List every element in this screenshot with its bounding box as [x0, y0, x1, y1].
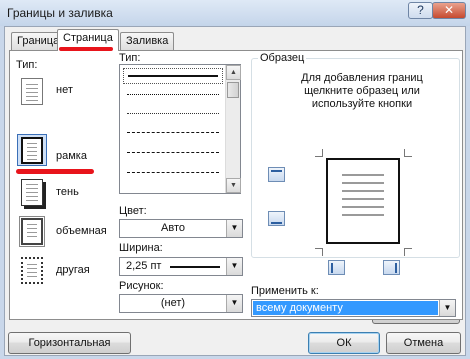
- left-border-button[interactable]: [328, 260, 345, 275]
- setting-3d-label: объемная: [56, 225, 107, 237]
- width-line-sample: [170, 266, 220, 268]
- chevron-down-icon[interactable]: ▼: [439, 300, 455, 316]
- cancel-button[interactable]: Отмена: [386, 332, 461, 354]
- tab-shading[interactable]: Заливка: [120, 32, 175, 50]
- page-custom-icon: [21, 256, 43, 284]
- scroll-up-icon[interactable]: ▲: [226, 65, 241, 80]
- setting-shadow-label: тень: [56, 186, 79, 198]
- setting-shadow[interactable]: [17, 176, 47, 208]
- chevron-down-icon[interactable]: ▼: [226, 220, 242, 237]
- window-title: Границы и заливка: [7, 6, 113, 20]
- setting-custom[interactable]: [17, 254, 47, 286]
- page-3d-icon: [19, 215, 45, 247]
- border-right-icon: [395, 262, 397, 273]
- preview-hint-line: используйте кнопки: [311, 98, 413, 110]
- border-left-icon: [331, 262, 333, 273]
- page-none-icon: [21, 77, 43, 105]
- apply-to-value: всему документу: [253, 301, 438, 315]
- preview-label: Образец: [258, 52, 307, 64]
- width-value: 2,25 пт: [126, 260, 162, 272]
- color-value: Авто: [161, 222, 185, 234]
- border-top-icon: [271, 169, 282, 172]
- setting-3d[interactable]: [17, 215, 47, 247]
- color-label: Цвет:: [119, 205, 147, 217]
- horizontal-line-button[interactable]: Горизонтальная линия...: [8, 332, 131, 359]
- page-shadow-icon: [21, 178, 43, 206]
- top-border-button[interactable]: [268, 167, 285, 182]
- setting-box-label: рамка: [56, 150, 87, 162]
- scroll-down-icon[interactable]: ▼: [226, 178, 241, 193]
- setting-label: Тип:: [16, 59, 38, 71]
- apply-to-combo[interactable]: всему документу ▼: [251, 299, 456, 317]
- dialog-body: Граница Страница Заливка Тип: нет рамка …: [4, 26, 466, 359]
- corner-mark: [315, 149, 323, 157]
- style-item-dotted[interactable]: [123, 87, 223, 103]
- chevron-down-icon[interactable]: ▼: [226, 295, 242, 312]
- corner-mark: [404, 149, 412, 157]
- close-button[interactable]: ✕: [432, 2, 466, 19]
- preview-hint-line: щелкните образец или: [304, 85, 420, 97]
- style-item-dashed[interactable]: [123, 125, 223, 141]
- title-bar: Границы и заливка ? ✕: [0, 0, 470, 26]
- art-label: Рисунок:: [119, 280, 164, 292]
- style-item-dash-dot[interactable]: [123, 165, 223, 181]
- scroll-thumb[interactable]: [227, 82, 239, 98]
- apply-to-label: Применить к:: [251, 285, 319, 297]
- highlight-underline-tab: [59, 47, 113, 51]
- width-combo[interactable]: 2,25 пт ▼: [119, 257, 243, 276]
- right-border-button[interactable]: [383, 260, 400, 275]
- preview-hint: Для добавления границ щелкните образец и…: [294, 72, 430, 111]
- page-border-panel: Тип: нет рамка тень объемная другая Тип:…: [9, 50, 463, 320]
- help-button[interactable]: ?: [408, 2, 433, 19]
- highlight-underline-setting: [16, 169, 94, 174]
- border-bottom-icon: [271, 221, 282, 224]
- preview-hint-line: Для добавления границ: [301, 72, 423, 84]
- style-label: Тип:: [119, 52, 141, 64]
- corner-mark: [404, 248, 412, 256]
- setting-box[interactable]: [17, 134, 47, 166]
- chevron-down-icon[interactable]: ▼: [226, 258, 242, 275]
- page-frame-icon: [21, 136, 43, 164]
- ok-button[interactable]: ОК: [308, 332, 380, 354]
- setting-custom-label: другая: [56, 264, 90, 276]
- line-style-list[interactable]: ▲ ▼: [119, 64, 241, 194]
- color-combo[interactable]: Авто ▼: [119, 219, 243, 238]
- width-label: Ширина:: [119, 242, 163, 254]
- style-item-solid[interactable]: [123, 68, 223, 84]
- setting-none-label: нет: [56, 84, 73, 96]
- style-scrollbar[interactable]: ▲ ▼: [225, 65, 241, 193]
- style-item-dot-fine[interactable]: [123, 106, 223, 122]
- art-combo[interactable]: (нет) ▼: [119, 294, 243, 313]
- setting-none[interactable]: [17, 75, 47, 107]
- corner-mark: [315, 248, 323, 256]
- bottom-border-button[interactable]: [268, 211, 285, 226]
- art-value: (нет): [160, 297, 186, 309]
- preview-page[interactable]: [326, 158, 400, 244]
- style-item-long-dash[interactable]: [123, 145, 223, 161]
